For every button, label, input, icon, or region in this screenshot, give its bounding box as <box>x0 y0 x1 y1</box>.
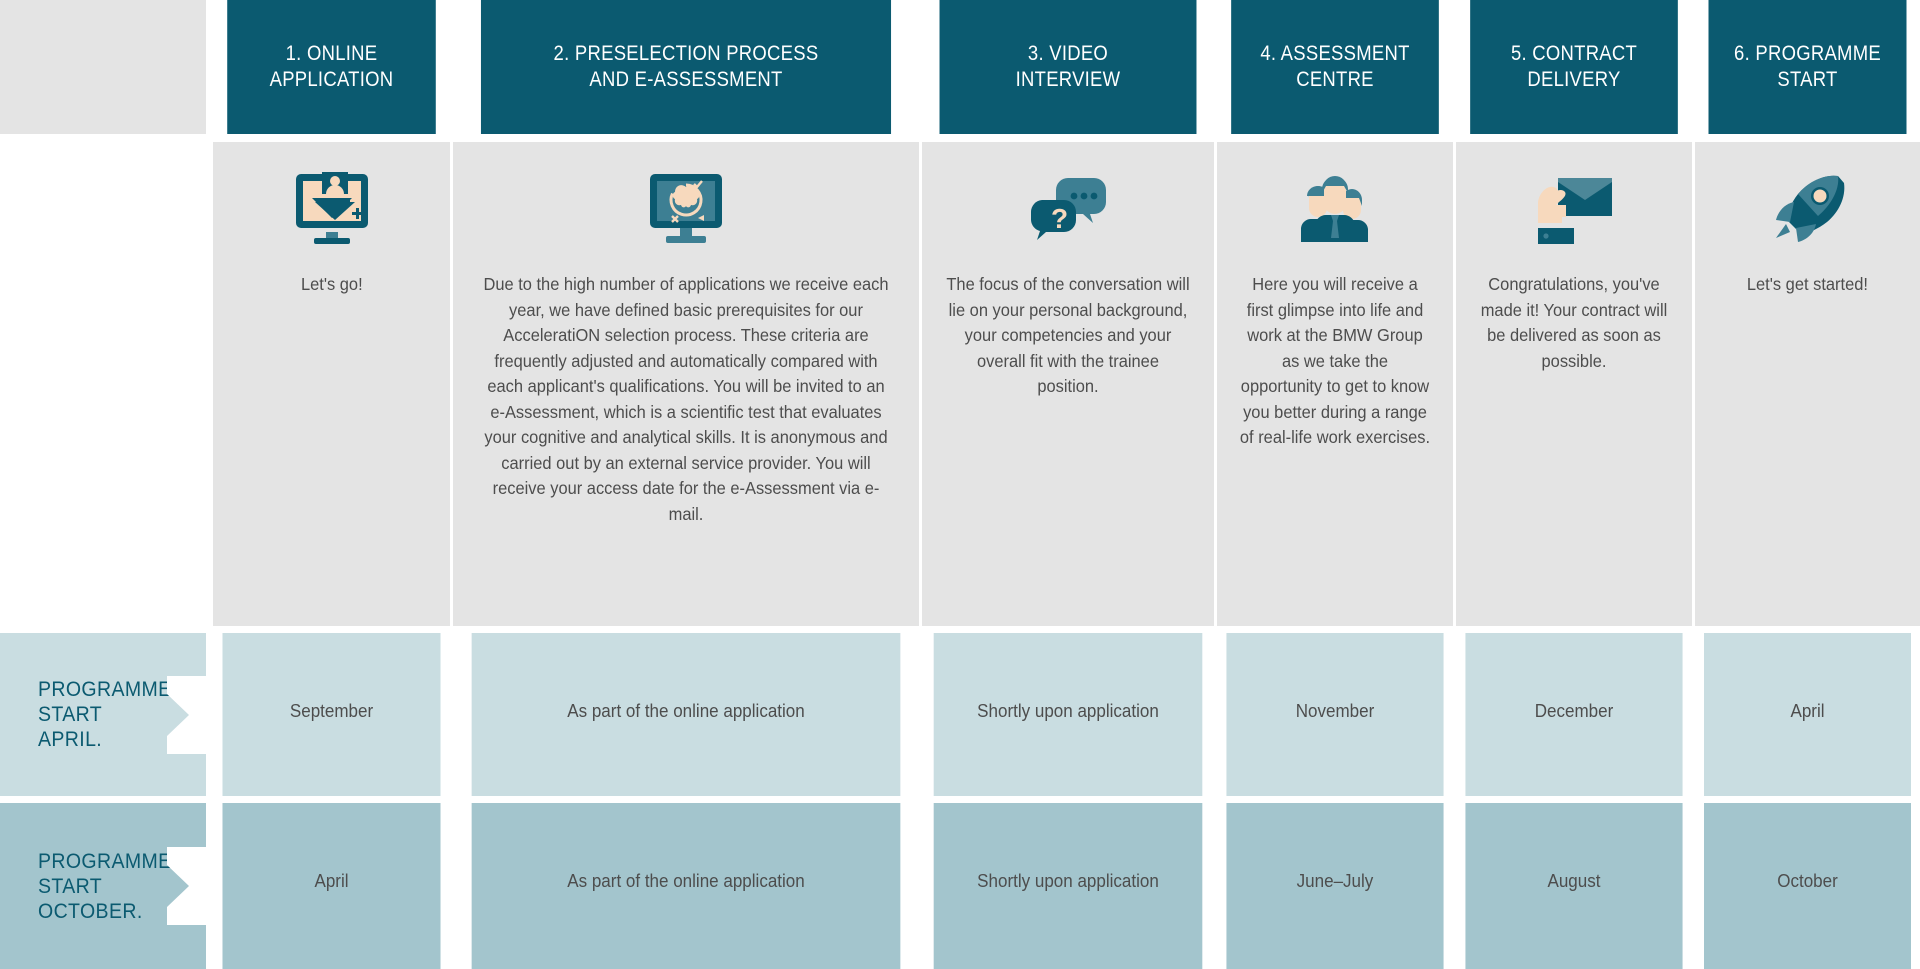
timeline-cell-1-2: As part of the online application <box>471 633 901 796</box>
timeline-row-label-2: PROGRAMME START OCTOBER. <box>0 803 206 969</box>
speech-bubbles-question-icon: ? <box>1022 172 1114 246</box>
timeline-cell-2-3: Shortly upon application <box>933 803 1203 969</box>
rocket-icon <box>1762 172 1854 246</box>
timeline-row-label-text-2: PROGRAMME START OCTOBER. <box>38 849 172 923</box>
step-description-3: The focus of the conversation will lie o… <box>946 274 1190 396</box>
timeline-cell-2-1: April <box>222 803 441 969</box>
corner-spacer-desc <box>0 142 206 626</box>
step-description-1: Let's go! <box>300 274 363 294</box>
timeline-cell-2-2: As part of the online application <box>471 803 901 969</box>
timeline-value: April <box>314 870 349 891</box>
timeline-cell-2-5: August <box>1465 803 1683 969</box>
chevron-right-icon-1 <box>167 675 206 754</box>
timeline-value: As part of the online application <box>567 870 805 891</box>
step-header-4: 4. ASSESSMENT CENTRE <box>1231 0 1439 134</box>
timeline-value: As part of the online application <box>567 700 805 721</box>
svg-text:?: ? <box>1051 203 1068 234</box>
timeline-value: September <box>289 700 374 721</box>
step-header-label-3: 3. VIDEO INTERVIEW <box>1015 42 1121 91</box>
people-group-icon <box>1289 172 1381 246</box>
chevron-right-icon-2 <box>167 847 206 925</box>
step-header-6: 6. PROGRAMME START <box>1708 0 1907 134</box>
step-body-5: Congratulations, you've made it! Your co… <box>1456 142 1692 626</box>
timeline-value: December <box>1534 700 1614 721</box>
timeline-cell-1-6: April <box>1704 633 1911 796</box>
timeline-cell-2-4: June–July <box>1226 803 1444 969</box>
timeline-row-label-text-1: PROGRAMME START APRIL. <box>38 678 172 751</box>
step-header-5: 5. CONTRACT DELIVERY <box>1470 0 1678 134</box>
timeline-row-label-1: PROGRAMME START APRIL. <box>0 633 206 796</box>
step-description-2: Due to the high number of applications w… <box>483 274 889 524</box>
step-description-4: Here you will receive a first glimpse in… <box>1239 274 1431 447</box>
step-header-2: 2. PRESELECTION PROCESS AND E-ASSESSMENT <box>480 0 892 134</box>
corner-spacer-top <box>0 0 206 134</box>
step-body-2: Due to the high number of applications w… <box>453 142 919 626</box>
recruitment-process-timeline: 1. ONLINE APPLICATION 2. PRESELECTION PR… <box>0 0 1920 969</box>
timeline-value: April <box>1790 700 1825 721</box>
timeline-cell-1-1: September <box>222 633 441 796</box>
step-body-4: Here you will receive a first glimpse in… <box>1217 142 1453 626</box>
step-header-label-1: 1. ONLINE APPLICATION <box>269 42 394 91</box>
step-header-label-2: 2. PRESELECTION PROCESS AND E-ASSESSMENT <box>553 42 819 91</box>
timeline-cell-1-5: December <box>1465 633 1683 796</box>
step-header-label-4: 4. ASSESSMENT CENTRE <box>1260 42 1410 91</box>
timeline-value: August <box>1547 870 1601 891</box>
monitor-brain-assessment-icon <box>640 172 732 246</box>
step-description-5: Congratulations, you've made it! Your co… <box>1480 274 1668 371</box>
step-header-label-5: 5. CONTRACT DELIVERY <box>1510 42 1638 91</box>
timeline-value: November <box>1295 700 1375 721</box>
timeline-cell-1-3: Shortly upon application <box>933 633 1203 796</box>
step-header-1: 1. ONLINE APPLICATION <box>227 0 436 134</box>
step-description-6: Let's get started! <box>1746 274 1869 294</box>
timeline-cell-1-4: November <box>1226 633 1444 796</box>
timeline-cell-2-6: October <box>1704 803 1911 969</box>
step-body-3: ? The focus of the conversation will lie… <box>922 142 1214 626</box>
timeline-value: Shortly upon application <box>977 870 1159 891</box>
timeline-value: October <box>1777 870 1838 891</box>
step-body-6: Let's get started! <box>1695 142 1920 626</box>
timeline-value: June–July <box>1296 870 1374 891</box>
hand-envelope-icon <box>1528 172 1620 246</box>
monitor-person-download-icon <box>286 172 378 246</box>
step-header-label-6: 6. PROGRAMME START <box>1734 42 1881 91</box>
step-header-3: 3. VIDEO INTERVIEW <box>939 0 1197 134</box>
step-body-1: Let's go! <box>213 142 450 626</box>
timeline-value: Shortly upon application <box>977 700 1159 721</box>
